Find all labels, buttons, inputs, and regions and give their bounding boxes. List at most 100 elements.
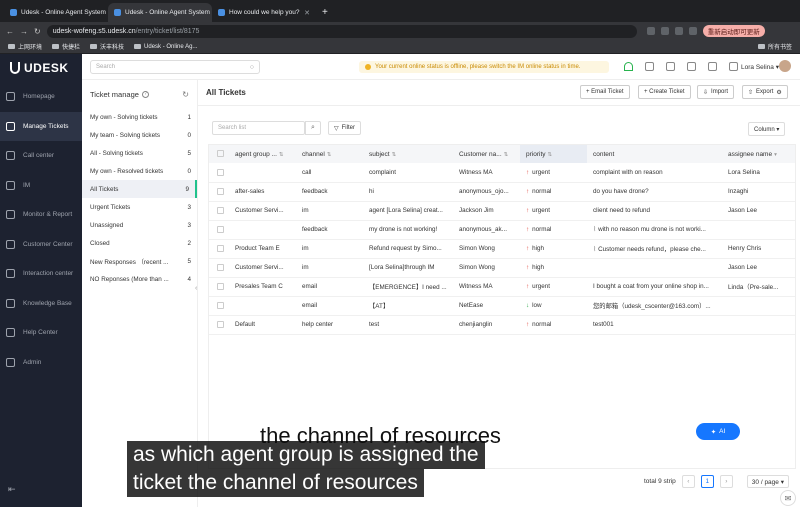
bookmark-item[interactable]: Udesk - Online Ag... [134, 44, 197, 50]
import-button[interactable]: ⇩ Import [697, 85, 735, 99]
sidebar-item-knowledge-base[interactable]: Knowledge Base [0, 289, 82, 319]
table-row[interactable]: Presales Team C email 【EMERGENCE】I need ..… [209, 277, 795, 297]
table-row[interactable]: Customer Servi... im agent [Lora Selina] c… [209, 201, 795, 221]
column-header[interactable]: Customer na... ⇅ [453, 145, 520, 163]
column-header[interactable]: content [587, 145, 722, 163]
sort-icon[interactable]: ⇅ [279, 152, 284, 158]
sort-icon[interactable]: ▾ [774, 152, 777, 158]
sort-icon[interactable]: ⇅ [504, 152, 509, 158]
sidebar-item-interaction-center[interactable]: Interaction center [0, 259, 82, 289]
chat-icon[interactable] [687, 62, 696, 71]
sidebar-item-manage-tickets[interactable]: Manage Tickets [0, 111, 82, 141]
row-checkbox[interactable] [209, 239, 229, 259]
column-header[interactable]: agent group ... ⇅ [229, 145, 296, 163]
search-icon[interactable]: ⌕ [305, 121, 321, 135]
view-item-all-tickets[interactable]: All Tickets 9 [82, 180, 197, 198]
browser-update-button[interactable]: 重新启动即可更新 [702, 25, 765, 37]
arrow-up-icon: ↑ [526, 321, 530, 328]
sidebar-item-homepage[interactable]: Homepage [0, 82, 82, 112]
next-page-button[interactable]: › [719, 475, 733, 488]
sort-icon[interactable]: ⇅ [548, 152, 553, 158]
filter-button[interactable]: ▽ Filter [328, 121, 361, 135]
extension-icon[interactable] [646, 27, 655, 35]
row-checkbox[interactable] [209, 315, 229, 335]
help-icon[interactable]: ? [141, 90, 149, 98]
table-row[interactable]: call complaint Witness MA ↑ urgent complaint … [209, 163, 795, 183]
row-checkbox[interactable] [209, 182, 229, 202]
sidebar-item-admin[interactable]: Admin [0, 348, 82, 378]
sidebar-item-call-center[interactable]: Call center [0, 141, 82, 171]
table-row[interactable]: Customer Servi... im [Lora Selina]through … [209, 258, 795, 278]
view-item[interactable]: My team - Solving tickets 0 [82, 126, 197, 144]
browser-tab[interactable]: Udesk - Online Agent System✕ [4, 3, 108, 22]
view-item[interactable]: Urgent Tickets 3 [82, 198, 197, 216]
list-search-input[interactable]: Search list [212, 121, 305, 135]
row-checkbox[interactable] [209, 163, 229, 183]
bell-icon[interactable] [708, 62, 717, 71]
table-row[interactable]: email 【AT】 NetEase ↓ low 您的邮箱（udesk_cscenter@… [209, 296, 795, 316]
phone-icon[interactable] [666, 62, 675, 71]
wifi-status-icon[interactable] [624, 62, 633, 71]
forward-icon[interactable]: → [20, 27, 28, 36]
table-row[interactable]: feedback my drone is not working! anonymou… [209, 220, 795, 240]
sort-icon[interactable]: ⇅ [327, 152, 332, 158]
row-checkbox[interactable] [209, 201, 229, 221]
page-size-select[interactable]: 30 / page ▾ [746, 475, 789, 488]
prev-page-button[interactable]: ‹ [681, 475, 695, 488]
avatar[interactable] [779, 60, 791, 72]
reload-icon[interactable]: ↻ [34, 27, 41, 36]
page-number-button[interactable]: 1 [700, 475, 714, 488]
settings-icon[interactable]: ⚙ [776, 89, 781, 96]
browser-tab[interactable]: How could we help you? ✕ [212, 3, 316, 22]
contacts-icon[interactable] [645, 62, 654, 71]
bookmark-item[interactable]: 沃丰科技 [90, 42, 124, 51]
ai-assistant-button[interactable]: ✦ AI [696, 423, 740, 440]
global-search-input[interactable]: Search ○ [90, 60, 260, 74]
view-item[interactable]: Unassigned 3 [82, 216, 197, 234]
column-header[interactable]: assignee name ▾ [722, 145, 795, 163]
chat-widget-icon[interactable]: ✉ [780, 490, 796, 506]
address-bar[interactable]: udesk-wofeng.s5.udesk.cn/entry/ticket/li… [46, 24, 637, 38]
row-checkbox[interactable] [209, 258, 229, 278]
extension-icon[interactable] [674, 27, 683, 35]
table-row[interactable]: after-sales feedback hi anonymous_ojo... ↑ no… [209, 182, 795, 202]
total-count: total 9 strip [644, 478, 676, 485]
all-bookmarks[interactable]: 所有书签 [757, 42, 792, 51]
user-menu[interactable]: Lora Selina ▾ [741, 63, 779, 71]
view-item[interactable]: NO Reponses (More than ... 4 [82, 270, 197, 288]
sort-icon[interactable]: ⇅ [392, 152, 397, 158]
table-row[interactable]: Default help center test chenjianglin ↑ norma… [209, 315, 795, 335]
extension-icon[interactable] [688, 27, 697, 35]
view-item[interactable]: Closed 2 [82, 234, 197, 252]
bookmark-item[interactable]: 快捷栏 [52, 42, 80, 51]
sidebar-item-im[interactable]: IM [0, 171, 82, 201]
view-item[interactable]: All - Solving tickets 5 [82, 144, 197, 162]
sidebar-item-customer-center[interactable]: Customer Center [0, 230, 82, 260]
browser-tab-active[interactable]: Udesk - Online Agent System✕ [108, 3, 212, 22]
sidebar-item-monitor-report[interactable]: Monitor & Report [0, 200, 82, 230]
sidebar-item-help-center[interactable]: Help Center [0, 318, 82, 348]
column-settings-button[interactable]: Column ▾ [748, 122, 786, 136]
row-checkbox[interactable] [209, 277, 229, 297]
email-ticket-button[interactable]: + Email Ticket [580, 85, 630, 99]
table-row[interactable]: Product Team E im Refund request by Simo..… [209, 239, 795, 259]
extension-icon[interactable] [660, 27, 669, 35]
row-checkbox[interactable] [209, 220, 229, 240]
refresh-icon[interactable]: ↻ [182, 90, 189, 99]
close-tab-icon[interactable]: ✕ [304, 9, 310, 17]
new-tab-button[interactable]: + [316, 3, 334, 22]
back-icon[interactable]: ← [6, 27, 14, 36]
column-header[interactable]: subject ⇅ [363, 145, 453, 163]
row-checkbox[interactable] [209, 296, 229, 316]
column-header[interactable]: channel ⇅ [296, 145, 363, 163]
export-button[interactable]: ⇧ Export ⚙ [742, 85, 788, 99]
create-ticket-button[interactable]: + Create Ticket [638, 85, 691, 99]
select-all-checkbox[interactable] [209, 145, 229, 163]
collapse-sidebar-icon[interactable]: ⇤ [8, 484, 16, 495]
view-item[interactable]: My own - Solving tickets 1 [82, 108, 197, 126]
view-item[interactable]: My own - Resolved tickets 0 [82, 162, 197, 180]
column-header-priority[interactable]: priority ⇅ [520, 145, 587, 163]
view-item[interactable]: New Responses （recent ... 5 [82, 252, 197, 270]
bookmark-item[interactable]: 上网环境 [8, 42, 42, 51]
grid-icon[interactable] [729, 62, 738, 71]
